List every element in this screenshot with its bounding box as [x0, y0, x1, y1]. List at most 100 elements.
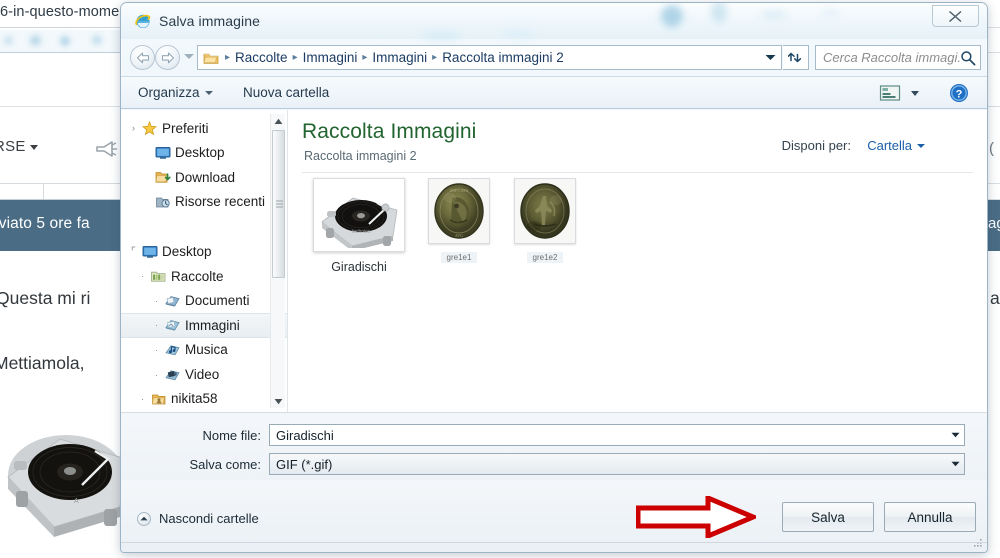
- expander-icon[interactable]: ·: [150, 345, 163, 355]
- expander-icon[interactable]: ·: [136, 394, 149, 404]
- forward-arrow-icon: [161, 51, 174, 63]
- breadcrumb-item-1[interactable]: Immagini: [301, 50, 360, 65]
- page-title: Raccolta Immagini: [302, 120, 477, 143]
- download-folder-icon: [153, 170, 172, 184]
- arrange-by-dropdown[interactable]: Cartella: [867, 138, 925, 153]
- sidebar-scrollbar[interactable]: [270, 114, 285, 408]
- savetype-value: GIF (*.gif): [276, 456, 333, 472]
- sidebar-item-desktop-root[interactable]: ⌜ Desktop: [121, 239, 287, 264]
- video-icon: [163, 368, 182, 382]
- file-tile-gre1e2[interactable]: gre1e2: [508, 178, 582, 274]
- sidebar-item-video[interactable]: · Video: [121, 362, 287, 387]
- save-button[interactable]: Salva: [782, 502, 874, 532]
- expander-icon[interactable]: ·: [136, 271, 149, 281]
- expander-icon[interactable]: ·: [150, 296, 163, 306]
- sidebar-item-immagini[interactable]: · Immagini: [121, 313, 287, 338]
- filename-dropdown-button[interactable]: [947, 425, 964, 445]
- view-options-caret[interactable]: [911, 91, 919, 96]
- sidebar-item-label: Raccolte: [171, 268, 224, 284]
- organizza-menu-button[interactable]: Organizza: [138, 85, 213, 100]
- background-divider: [0, 52, 132, 53]
- background-right-sliver: [988, 0, 1000, 558]
- close-button[interactable]: [932, 5, 979, 27]
- expander-icon[interactable]: ⌜: [127, 245, 140, 258]
- coin-reverse-thumbnail: [514, 178, 576, 244]
- sidebar-item-label: Immagini: [185, 317, 240, 333]
- file-tile-giradischi[interactable]: technics Giradischi: [308, 178, 410, 274]
- back-button[interactable]: [130, 45, 155, 70]
- filename-label: Nome file:: [202, 427, 261, 443]
- coin-obverse-thumbnail: IMP CAES AVG: [428, 178, 490, 244]
- background-right-text: a: [990, 288, 1000, 308]
- cancel-button-label: Annulla: [907, 509, 953, 525]
- expander-icon[interactable]: ·: [150, 320, 163, 330]
- chevron-down-icon: [204, 90, 213, 95]
- refresh-button[interactable]: [783, 45, 809, 70]
- sidebar-item-label: Risorse recenti: [175, 194, 266, 210]
- dialog-titlebar: Salva immagine: [121, 3, 987, 41]
- footer-divider: [121, 542, 987, 543]
- chevron-up-icon: [137, 511, 151, 526]
- file-tiles: technics Giradischi IMP CAES AVG gre1e1 …: [288, 178, 987, 274]
- chevron-down-icon: [765, 55, 775, 60]
- new-folder-button[interactable]: Nuova cartella: [243, 85, 329, 100]
- expander-icon[interactable]: ·: [150, 370, 163, 380]
- savetype-dropdown-button[interactable]: [947, 454, 964, 474]
- sidebar-item-label: nikita58: [171, 391, 218, 407]
- cancel-button[interactable]: Annulla: [884, 502, 976, 532]
- file-list-pane: Raccolta Immagini Raccolta immagini 2 Di…: [288, 110, 987, 412]
- background-text-line-a: Questa mi ri: [0, 288, 91, 308]
- sidebar-item-documenti[interactable]: · Documenti: [121, 289, 287, 314]
- navigation-pane: › Preferiti Desktop Download Risorse rec…: [121, 110, 288, 412]
- hide-folders-button[interactable]: Nascondi cartelle: [137, 511, 259, 526]
- music-icon: [163, 343, 182, 357]
- documents-icon: [163, 294, 182, 308]
- chevron-down-icon: [917, 143, 925, 148]
- savetype-select[interactable]: GIF (*.gif): [269, 453, 965, 475]
- sidebar-item-musica[interactable]: · Musica: [121, 338, 287, 363]
- command-bar: Organizza Nuova cartella ?: [121, 76, 987, 109]
- sidebar-item-label: Desktop: [162, 243, 212, 259]
- sidebar-item-download[interactable]: Download: [121, 165, 287, 190]
- refresh-icon: [788, 52, 802, 63]
- search-box[interactable]: Cerca Raccolta immagi...: [815, 45, 981, 70]
- savetype-row: Salva come: GIF (*.gif): [121, 453, 987, 475]
- scroll-down-arrow-icon[interactable]: [271, 394, 286, 408]
- sidebar-item-desktop-fav[interactable]: Desktop: [121, 141, 287, 166]
- scrollbar-grip-icon: [276, 199, 283, 210]
- scroll-up-arrow-icon[interactable]: [271, 114, 286, 128]
- search-input[interactable]: Cerca Raccolta immagi...: [823, 50, 960, 65]
- background-nav-label: RSE: [0, 138, 26, 155]
- savetype-label: Salva come:: [189, 456, 261, 472]
- breadcrumb-item-0[interactable]: Raccolte: [233, 50, 290, 65]
- filename-input[interactable]: Giradischi: [269, 424, 965, 446]
- svg-text:A: A: [74, 498, 79, 505]
- breadcrumb-separator: ▸: [225, 52, 231, 63]
- sidebar-item-preferiti[interactable]: › Preferiti: [121, 116, 287, 141]
- organizza-label: Organizza: [138, 85, 200, 100]
- recent-places-icon: [153, 195, 172, 209]
- forward-button[interactable]: [155, 45, 180, 70]
- screenshot-root: 6-in-questo-mome RSE nviato 5 ore fa Que…: [0, 0, 1000, 558]
- resize-grip-icon[interactable]: [971, 537, 983, 549]
- file-tile-gre1e1[interactable]: IMP CAES AVG gre1e1: [422, 178, 496, 274]
- sidebar-item-risorse-recenti[interactable]: Risorse recenti: [121, 190, 287, 215]
- internet-explorer-icon: [135, 14, 151, 28]
- breadcrumb-item-2[interactable]: Immagini: [370, 50, 429, 65]
- sidebar-item-label: Video: [185, 366, 220, 382]
- sidebar-item-raccolte[interactable]: · Raccolte: [121, 264, 287, 289]
- address-dropdown-button[interactable]: [761, 46, 779, 69]
- address-bar[interactable]: ▸ Raccolte ▸ Immagini ▸ Immagini ▸ Racco…: [197, 45, 782, 70]
- turntable-thumbnail: technics: [313, 178, 405, 252]
- file-name: gre1e1: [440, 252, 478, 263]
- back-arrow-icon: [136, 51, 149, 63]
- recent-pages-button[interactable]: [184, 54, 194, 59]
- expander-icon[interactable]: ›: [127, 123, 140, 133]
- arrange-by-label: Disponi per:: [781, 138, 851, 153]
- help-icon[interactable]: ?: [949, 83, 969, 103]
- scrollbar-thumb[interactable]: [272, 130, 285, 278]
- change-view-icon[interactable]: [879, 84, 901, 102]
- sidebar-item-nikita58[interactable]: · nikita58: [121, 387, 287, 412]
- sidebar-item-label: Desktop: [175, 145, 225, 161]
- breadcrumb-item-3[interactable]: Raccolta immagini 2: [440, 50, 566, 65]
